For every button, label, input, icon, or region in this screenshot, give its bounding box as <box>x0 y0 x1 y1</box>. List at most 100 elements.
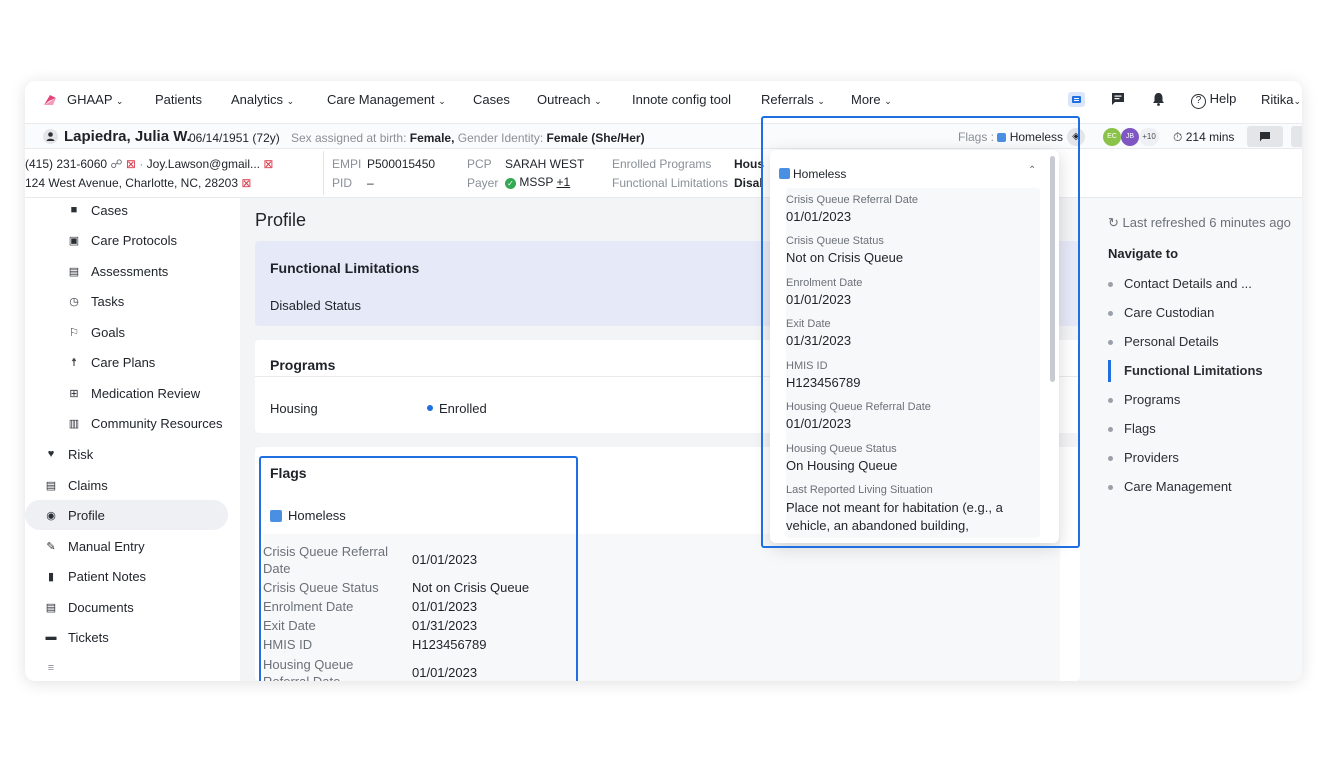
patient-dob: 06/14/1951 (72y) <box>189 131 280 145</box>
navigate-link[interactable]: Personal Details <box>1108 334 1219 349</box>
navigate-link[interactable]: Care Custodian <box>1108 305 1214 320</box>
sidebar-collapse[interactable]: ≡ <box>44 653 68 681</box>
phone-value[interactable]: (415) 231-6060 <box>25 157 107 171</box>
clipboard-icon: ▤ <box>68 265 80 278</box>
chevron-down-icon: ⌄ <box>286 96 295 106</box>
empi-label: EMPI <box>332 157 362 171</box>
fl-value: Disal <box>734 176 763 190</box>
sidebar-item-profile[interactable]: ◉ Profile <box>25 500 228 530</box>
sidebar-item-tasks[interactable]: ◷ Tasks <box>67 286 124 316</box>
sidebar-item-goals[interactable]: ⚐ Goals <box>67 317 125 347</box>
no-email-icon: ⊠ <box>263 157 274 171</box>
pid-value: – <box>367 176 374 190</box>
left-sidebar: ■ Cases ▣ Care Protocols ▤ Assessments ◷ Tas… <box>25 198 235 681</box>
fl-card-title: Functional Limitations <box>270 260 420 276</box>
page-title: Profile <box>255 210 307 230</box>
payer-label: Payer <box>467 176 499 190</box>
programs-value: Hous <box>734 157 764 171</box>
sidebar-item-label: Goals <box>91 324 125 340</box>
message-icon[interactable] <box>1111 92 1125 109</box>
nav-outreach-label: Outreach <box>537 92 591 107</box>
navigate-link[interactable]: Programs <box>1108 392 1180 407</box>
org-switcher[interactable]: GHAAP ⌄ <box>67 92 123 107</box>
medication-icon: ⊞ <box>69 387 79 400</box>
protocol-icon: ▣ <box>68 234 80 247</box>
pid-label: PID <box>332 176 353 190</box>
sidebar-item-care-plans[interactable]: ☨ Care Plans <box>67 347 155 377</box>
stopwatch-icon: ⏱ <box>1173 130 1183 144</box>
sidebar-item-assessments[interactable]: ▤ Assessments <box>67 256 169 286</box>
sidebar-item-medication-review[interactable]: ⊞ Medication Review <box>67 378 200 408</box>
user-name: Ritika <box>1261 92 1294 107</box>
pcp-value[interactable]: SARAH WEST <box>505 157 584 171</box>
address-value[interactable]: 124 West Avenue, Charlotte, NC, 28203 <box>25 176 238 190</box>
nav-referrals[interactable]: Referrals ⌄ <box>761 92 825 107</box>
nav-analytics[interactable]: Analytics ⌄ <box>231 92 294 107</box>
navigate-link[interactable]: Providers <box>1108 450 1179 465</box>
navigate-link-label: Contact Details and ... <box>1124 276 1252 291</box>
nav-outreach[interactable]: Outreach ⌄ <box>537 92 602 107</box>
nav-care-management[interactable]: Care Management ⌄ <box>327 92 446 107</box>
sidebar-item-label: Tasks <box>91 293 125 309</box>
sex-value: Female, <box>409 131 455 145</box>
notes-toggle-icon[interactable] <box>1068 92 1085 107</box>
sidebar-item-claims[interactable]: ▤ Claims <box>44 470 108 500</box>
program-status-label: Enrolled <box>439 401 487 416</box>
sidebar-item-manual-entry[interactable]: ✎ Manual Entry <box>44 531 145 561</box>
empi-value: P500015450 <box>367 157 436 171</box>
sidebar-item-label: Care Protocols <box>91 232 177 248</box>
navigate-title: Navigate to <box>1108 246 1179 261</box>
sidebar-item-community-resources[interactable]: ▥ Community Resources <box>67 408 223 438</box>
chevron-down-icon: ⌄ <box>115 96 124 106</box>
nav-patients[interactable]: Patients <box>155 92 202 107</box>
bullet-icon <box>1108 456 1113 462</box>
help-link[interactable]: ? Help <box>1191 91 1236 109</box>
avatar[interactable]: JB <box>1121 128 1139 146</box>
email-value[interactable]: Joy.Lawson@gmail... <box>147 157 260 171</box>
sidebar-item-label: Manual Entry <box>68 538 145 554</box>
bell-icon[interactable] <box>1152 92 1165 109</box>
last-refreshed-label: Last refreshed 6 minutes ago <box>1122 215 1291 230</box>
sidebar-item-label: Tickets <box>68 629 109 645</box>
payer-more-link[interactable]: +1 <box>556 175 570 189</box>
chat-button[interactable] <box>1247 126 1283 147</box>
patient-name[interactable]: Lapiedra, Julia W. <box>64 128 191 145</box>
sidebar-item-care-protocols[interactable]: ▣ Care Protocols <box>67 225 177 255</box>
avatars-more[interactable]: +10 <box>1139 128 1159 146</box>
nav-innote-config[interactable]: Innote config tool <box>632 92 731 107</box>
sidebar-item-label: Care Plans <box>91 354 156 370</box>
sex-label: Sex assigned at birth: <box>291 131 407 145</box>
navigate-link-label: Personal Details <box>1124 334 1219 349</box>
nav-cases[interactable]: Cases <box>473 92 510 107</box>
building-icon: ▥ <box>68 417 80 430</box>
sidebar-item-label: Risk <box>68 446 94 462</box>
navigate-link[interactable]: Flags <box>1108 421 1156 436</box>
alarm-icon: ◷ <box>69 295 79 308</box>
nav-referrals-label: Referrals <box>761 92 814 107</box>
gender-value: Female (She/Her) <box>546 131 645 145</box>
sidebar-item-cases[interactable]: ■ Cases <box>67 195 128 225</box>
nav-more-label: More <box>851 92 881 107</box>
divider <box>323 151 324 195</box>
sidebar-item-risk[interactable]: ♥ Risk <box>44 439 94 469</box>
sidebar-item-label: Cases <box>91 202 128 218</box>
navigate-link-active[interactable]: Functional Limitations <box>1108 360 1263 382</box>
avatar[interactable]: EC <box>1103 128 1121 146</box>
claims-icon: ▤ <box>45 479 57 492</box>
user-menu[interactable]: Ritika⌄ <box>1261 92 1301 107</box>
collapse-menu-icon: ≡ <box>47 662 55 674</box>
navigate-link[interactable]: Contact Details and ... <box>1108 276 1252 291</box>
program-name: Housing <box>270 401 318 416</box>
sidebar-item-patient-notes[interactable]: ▮ Patient Notes <box>44 561 146 591</box>
timer[interactable]: ⏱ 214 mins <box>1173 130 1234 145</box>
right-panel: ↻ Last refreshed 6 minutes ago Navigate … <box>1080 198 1302 681</box>
navigate-link[interactable]: Care Management <box>1108 479 1232 494</box>
nav-more[interactable]: More ⌄ <box>851 92 892 107</box>
sidebar-item-documents[interactable]: ▤ Documents <box>44 592 134 622</box>
collapse-button[interactable] <box>1291 126 1302 147</box>
help-icon: ? <box>1191 94 1206 109</box>
sidebar-item-tickets[interactable]: ▬ Tickets <box>44 622 109 652</box>
highlight-box <box>761 116 1080 548</box>
sidebar-item-label: Patient Notes <box>68 568 147 584</box>
last-refreshed[interactable]: ↻ Last refreshed 6 minutes ago <box>1108 215 1291 231</box>
